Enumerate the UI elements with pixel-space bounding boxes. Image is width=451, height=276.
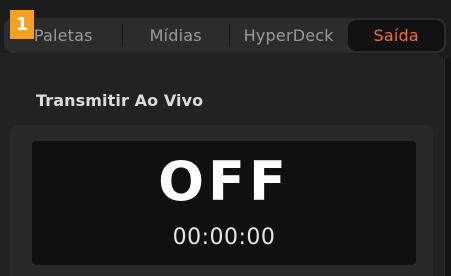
scrollbar-track[interactable] [444,58,451,276]
stream-status-text: OFF [158,150,290,213]
tab-midias[interactable]: Mídias [122,18,229,53]
section-title: Transmitir Ao Vivo [36,91,204,110]
callout-number-badge: 1 [10,10,34,39]
tab-saida[interactable]: Saída [348,20,444,51]
stream-timecode: 00:00:00 [172,225,276,250]
tab-bar: Paletas Mídias HyperDeck Saída [4,18,446,53]
output-panel: Paletas Mídias HyperDeck Saída 1 Transmi… [0,0,451,276]
tab-hyperdeck[interactable]: HyperDeck [228,18,348,53]
